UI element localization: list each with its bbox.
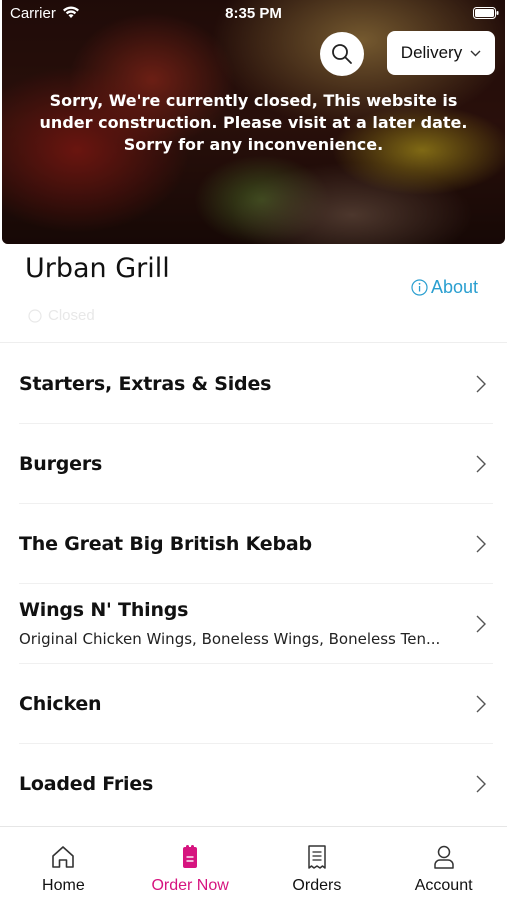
receipt-icon bbox=[308, 845, 326, 869]
closed-notice: Sorry, We're currently closed, This webs… bbox=[39, 91, 468, 154]
category-item-starters[interactable]: Starters, Extras & Sides bbox=[0, 344, 507, 424]
hero-banner: Carrier 8:35 PM Delivery Sorry, We're cu… bbox=[2, 0, 505, 244]
category-item-loaded-fries[interactable]: Loaded Fries bbox=[0, 744, 507, 824]
order-now-icon bbox=[183, 845, 198, 868]
status-bar: Carrier 8:35 PM bbox=[2, 0, 505, 28]
about-link[interactable]: About bbox=[411, 277, 478, 298]
category-title: Starters, Extras & Sides bbox=[19, 373, 272, 395]
chevron-right-icon bbox=[476, 375, 486, 393]
category-item-burgers[interactable]: Burgers bbox=[0, 424, 507, 504]
delivery-mode-label: Delivery bbox=[400, 43, 463, 62]
restaurant-name: Urban Grill bbox=[25, 253, 170, 284]
chevron-right-icon bbox=[476, 455, 486, 473]
chevron-right-icon bbox=[476, 535, 486, 553]
clock: 8:35 PM bbox=[225, 5, 282, 22]
chevron-right-icon bbox=[476, 775, 486, 793]
category-item-chicken[interactable]: Chicken bbox=[0, 664, 507, 744]
clock-icon bbox=[28, 308, 42, 323]
category-list: Starters, Extras & Sides Burgers The Gre… bbox=[0, 344, 507, 824]
about-label: About bbox=[431, 277, 479, 297]
category-title: Wings N' Things bbox=[19, 599, 189, 621]
tab-label: Orders bbox=[292, 877, 342, 894]
app-screen: Carrier 8:35 PM Delivery Sorry, We're cu… bbox=[0, 0, 507, 900]
category-title: Chicken bbox=[19, 693, 102, 715]
delivery-mode-dropdown[interactable]: Delivery bbox=[387, 31, 495, 75]
tab-label: Account bbox=[414, 877, 473, 894]
category-item-kebab[interactable]: The Great Big British Kebab bbox=[0, 504, 507, 584]
tab-orders[interactable]: Orders bbox=[254, 827, 381, 900]
category-subtitle: Original Chicken Wings, Boneless Wings, … bbox=[19, 630, 441, 648]
category-title: The Great Big British Kebab bbox=[19, 533, 312, 555]
info-icon bbox=[411, 279, 428, 296]
tab-order-now[interactable]: Order Now bbox=[127, 827, 254, 900]
chevron-right-icon bbox=[476, 615, 486, 633]
open-status-label: Closed bbox=[48, 307, 95, 324]
category-item-wings[interactable]: Wings N' Things Original Chicken Wings, … bbox=[0, 584, 507, 664]
chevron-down-icon bbox=[470, 50, 481, 56]
tab-label: Home bbox=[42, 877, 85, 894]
search-icon bbox=[332, 44, 352, 64]
open-status: Closed bbox=[28, 307, 95, 324]
battery-icon bbox=[473, 7, 499, 19]
home-icon bbox=[52, 846, 75, 868]
tab-account[interactable]: Account bbox=[380, 827, 507, 900]
account-icon bbox=[433, 845, 454, 869]
divider bbox=[0, 342, 507, 343]
tab-home[interactable]: Home bbox=[0, 827, 127, 900]
tab-label: Order Now bbox=[151, 877, 229, 894]
tab-bar: Home Order Now Orders Account bbox=[0, 826, 507, 900]
chevron-right-icon bbox=[476, 695, 486, 713]
category-title: Loaded Fries bbox=[19, 773, 154, 795]
category-title: Burgers bbox=[19, 453, 103, 475]
search-button[interactable] bbox=[320, 32, 364, 76]
